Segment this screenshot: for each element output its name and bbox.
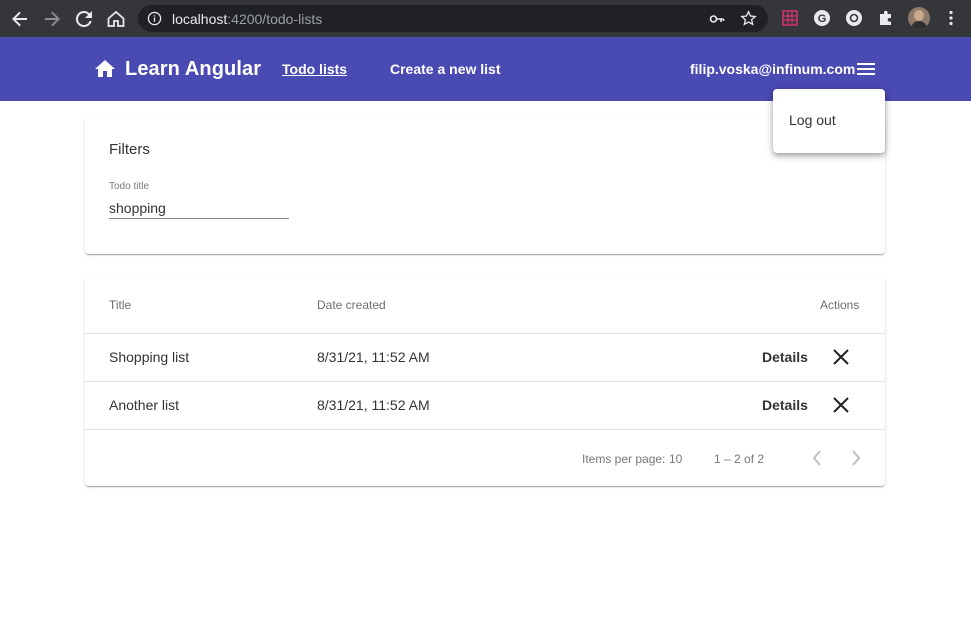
logout-menu-item[interactable]: Log out: [789, 112, 836, 128]
row-date: 8/31/21, 11:52 AM: [317, 349, 430, 365]
filters-card: Filters Todo title: [85, 117, 885, 254]
info-icon[interactable]: [147, 11, 162, 26]
browser-chrome: localhost:4200/todo-lists G: [0, 0, 971, 37]
svg-text:G: G: [818, 13, 827, 25]
close-icon[interactable]: [831, 395, 851, 415]
menu-icon[interactable]: [854, 57, 878, 81]
brand-title: Learn Angular: [125, 57, 262, 80]
row-title: Shopping list: [109, 349, 190, 365]
forward-arrow-icon[interactable]: [40, 7, 64, 31]
more-vert-icon[interactable]: [942, 9, 960, 27]
todo-lists-table: Title Date created Actions Shopping list…: [85, 278, 885, 486]
row-title: Another list: [109, 397, 180, 413]
profile-avatar[interactable]: [908, 7, 930, 29]
items-per-page-select[interactable]: 10: [669, 452, 682, 466]
header-date-created[interactable]: Date created: [317, 298, 386, 312]
filters-heading: Filters: [109, 141, 150, 158]
url-text: localhost:4200/todo-lists: [172, 11, 323, 27]
back-arrow-icon[interactable]: [8, 7, 32, 31]
home-icon: [95, 60, 115, 77]
address-bar[interactable]: localhost:4200/todo-lists: [138, 5, 768, 32]
user-menu: Log out: [773, 89, 885, 153]
brand-link[interactable]: Learn Angular: [93, 57, 261, 81]
nav-create-list[interactable]: Create a new list: [390, 61, 501, 77]
nav-todo-lists[interactable]: Todo lists: [282, 61, 347, 77]
todo-title-label: Todo title: [109, 181, 150, 192]
extension-g-icon[interactable]: G: [813, 9, 831, 27]
extension-grid-icon[interactable]: [781, 9, 799, 27]
table-row: Shopping list 8/31/21, 11:52 AM Details: [85, 333, 885, 381]
todo-title-input[interactable]: [109, 198, 289, 219]
header-title[interactable]: Title: [109, 298, 131, 312]
extension-circle-icon[interactable]: [845, 9, 863, 27]
browser-home-icon[interactable]: [104, 7, 128, 31]
details-button[interactable]: Details: [762, 397, 808, 413]
close-icon[interactable]: [831, 347, 851, 367]
key-icon[interactable]: [709, 11, 725, 27]
extensions-puzzle-icon[interactable]: [877, 9, 895, 27]
chevron-right-icon[interactable]: [846, 447, 866, 469]
header-actions: Actions: [820, 298, 860, 312]
row-date: 8/31/21, 11:52 AM: [317, 397, 430, 413]
user-email: filip.voska@infinum.com: [690, 61, 856, 77]
chevron-left-icon[interactable]: [807, 447, 827, 469]
range-label: 1 – 2 of 2: [714, 452, 765, 466]
paginator: Items per page: 10 1 – 2 of 2: [85, 429, 885, 486]
star-icon[interactable]: [740, 10, 757, 27]
table-row: Another list 8/31/21, 11:52 AM Details: [85, 381, 885, 429]
items-per-page-label: Items per page:: [582, 452, 666, 466]
reload-icon[interactable]: [72, 7, 96, 31]
details-button[interactable]: Details: [762, 349, 808, 365]
